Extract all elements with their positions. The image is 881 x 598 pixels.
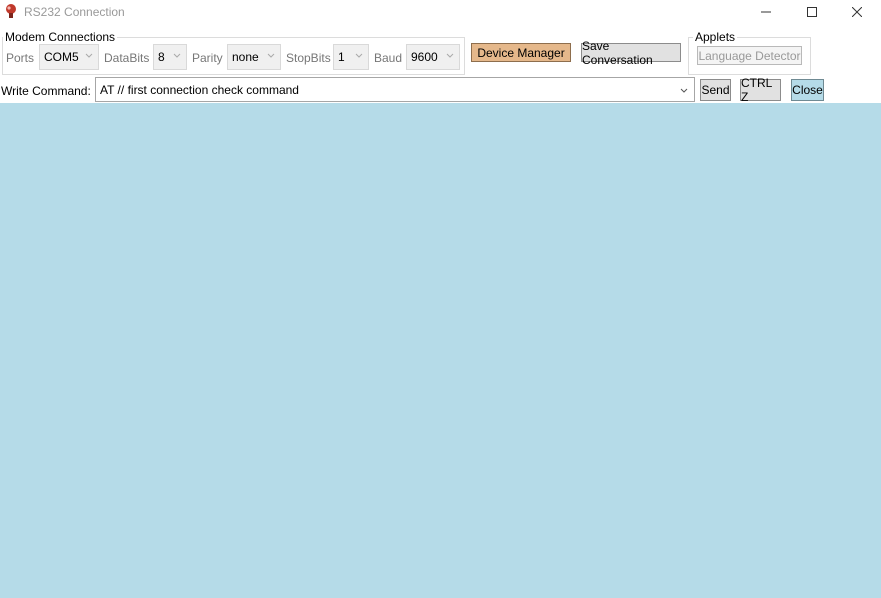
ports-value: COM5 <box>44 50 79 64</box>
chevron-down-icon <box>85 53 93 58</box>
baud-label: Baud <box>374 51 403 65</box>
ports-label: Ports <box>6 51 35 65</box>
applets-label: Applets <box>693 30 738 44</box>
language-detector-button[interactable]: Language Detector <box>697 46 802 65</box>
baud-select[interactable]: 9600 <box>406 44 460 70</box>
chevron-down-icon <box>446 53 454 58</box>
databits-value: 8 <box>158 50 165 64</box>
minimize-button[interactable] <box>743 0 789 24</box>
stopbits-value: 1 <box>338 50 345 64</box>
baud-value: 9600 <box>411 50 438 64</box>
window-title: RS232 Connection <box>24 5 125 19</box>
parity-select[interactable]: none <box>227 44 281 70</box>
parity-label: Parity <box>192 51 223 65</box>
maximize-icon <box>807 7 817 17</box>
close-button[interactable]: Close <box>791 79 824 101</box>
databits-select[interactable]: 8 <box>153 44 187 70</box>
ports-select[interactable]: COM5 <box>39 44 99 70</box>
modem-connections-label: Modem Connections <box>3 30 118 44</box>
command-input[interactable]: AT // first connection check command <box>95 77 695 102</box>
close-icon <box>852 7 862 17</box>
parity-value: none <box>232 50 259 64</box>
save-conversation-button[interactable]: Save Conversation <box>581 39 681 67</box>
chevron-down-icon[interactable] <box>679 86 689 96</box>
conversation-output-area[interactable] <box>0 103 881 598</box>
app-icon <box>6 4 16 18</box>
chevron-down-icon <box>267 53 275 58</box>
title-bar: RS232 Connection <box>0 0 881 24</box>
stopbits-select[interactable]: 1 <box>333 44 369 70</box>
send-button[interactable]: Send <box>700 79 731 101</box>
stopbits-label: StopBits <box>286 51 331 65</box>
device-manager-button[interactable]: Device Manager <box>471 43 571 62</box>
ctrl-z-button[interactable]: CTRL Z <box>740 76 781 104</box>
maximize-button[interactable] <box>789 0 835 24</box>
command-input-value: AT // first connection check command <box>100 82 299 97</box>
chevron-down-icon <box>173 53 181 58</box>
close-window-button[interactable] <box>834 0 880 24</box>
write-command-label: Write Command: <box>1 84 91 98</box>
minimize-icon <box>761 11 771 13</box>
chevron-down-icon <box>355 53 363 58</box>
databits-label: DataBits <box>104 51 150 65</box>
